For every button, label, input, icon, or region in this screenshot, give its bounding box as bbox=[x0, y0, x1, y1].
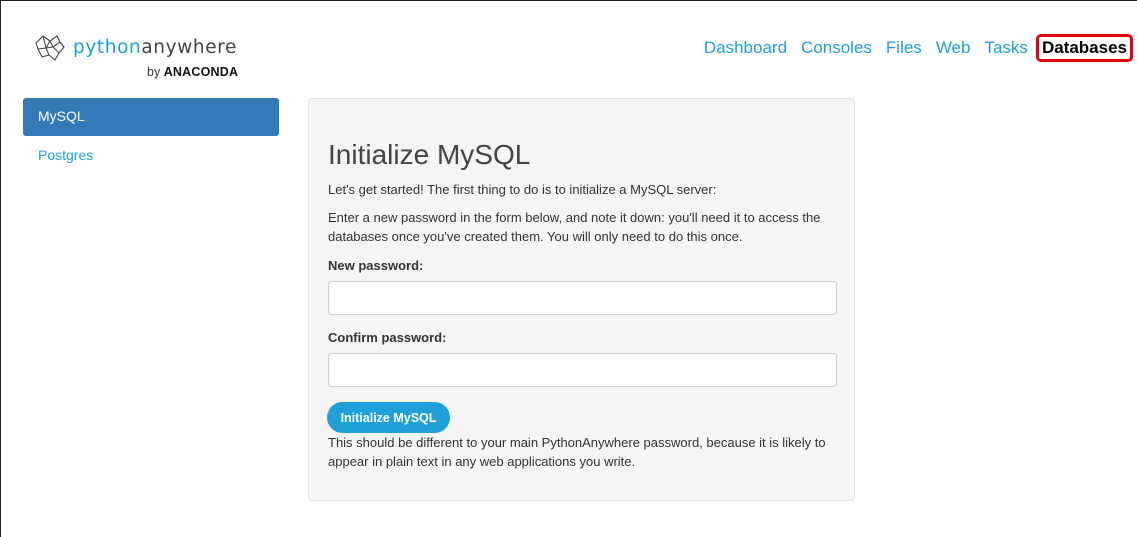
brand-anywhere: anywhere bbox=[141, 37, 237, 58]
help-text: This should be different to your main Py… bbox=[328, 435, 826, 469]
page-title: Initialize MySQL bbox=[328, 139, 531, 170]
sidebar-item-mysql[interactable]: MySQL bbox=[23, 98, 279, 136]
brand-by: by bbox=[147, 65, 161, 79]
top-nav: Dashboard Consoles Files Web Tasks Datab… bbox=[690, 33, 1133, 63]
initialize-mysql-panel: Initialize MySQL Let's get started! The … bbox=[308, 98, 855, 501]
note-text: Enter a new password in the form below, … bbox=[328, 210, 821, 244]
page: pythonanywhere by ANACONDA Dashboard Con… bbox=[0, 0, 1137, 537]
initialize-mysql-button[interactable]: Initialize MySQL bbox=[327, 402, 450, 433]
nav-files[interactable]: Files bbox=[886, 36, 922, 60]
nav-web[interactable]: Web bbox=[936, 36, 971, 60]
sidebar: MySQL Postgres bbox=[23, 98, 279, 175]
nav-databases[interactable]: Databases bbox=[1035, 34, 1133, 62]
brand-wordmark: pythonanywhere bbox=[73, 37, 237, 59]
brand-logo[interactable]: pythonanywhere by ANACONDA bbox=[33, 31, 263, 81]
sidebar-item-postgres[interactable]: Postgres bbox=[23, 137, 279, 175]
nav-consoles[interactable]: Consoles bbox=[801, 36, 872, 60]
brand-byline: by ANACONDA bbox=[147, 65, 238, 79]
confirm-password-label: Confirm password: bbox=[328, 330, 447, 345]
brand-python: python bbox=[73, 37, 142, 58]
nav-dashboard[interactable]: Dashboard bbox=[704, 36, 787, 60]
nav-tasks[interactable]: Tasks bbox=[984, 36, 1027, 60]
confirm-password-input[interactable] bbox=[328, 353, 837, 387]
brand-company: ANACONDA bbox=[163, 65, 239, 79]
pythonanywhere-logo-icon bbox=[35, 35, 65, 61]
intro-text: Let's get started! The first thing to do… bbox=[328, 182, 717, 197]
new-password-input[interactable] bbox=[328, 281, 837, 315]
new-password-label: New password: bbox=[328, 258, 424, 273]
